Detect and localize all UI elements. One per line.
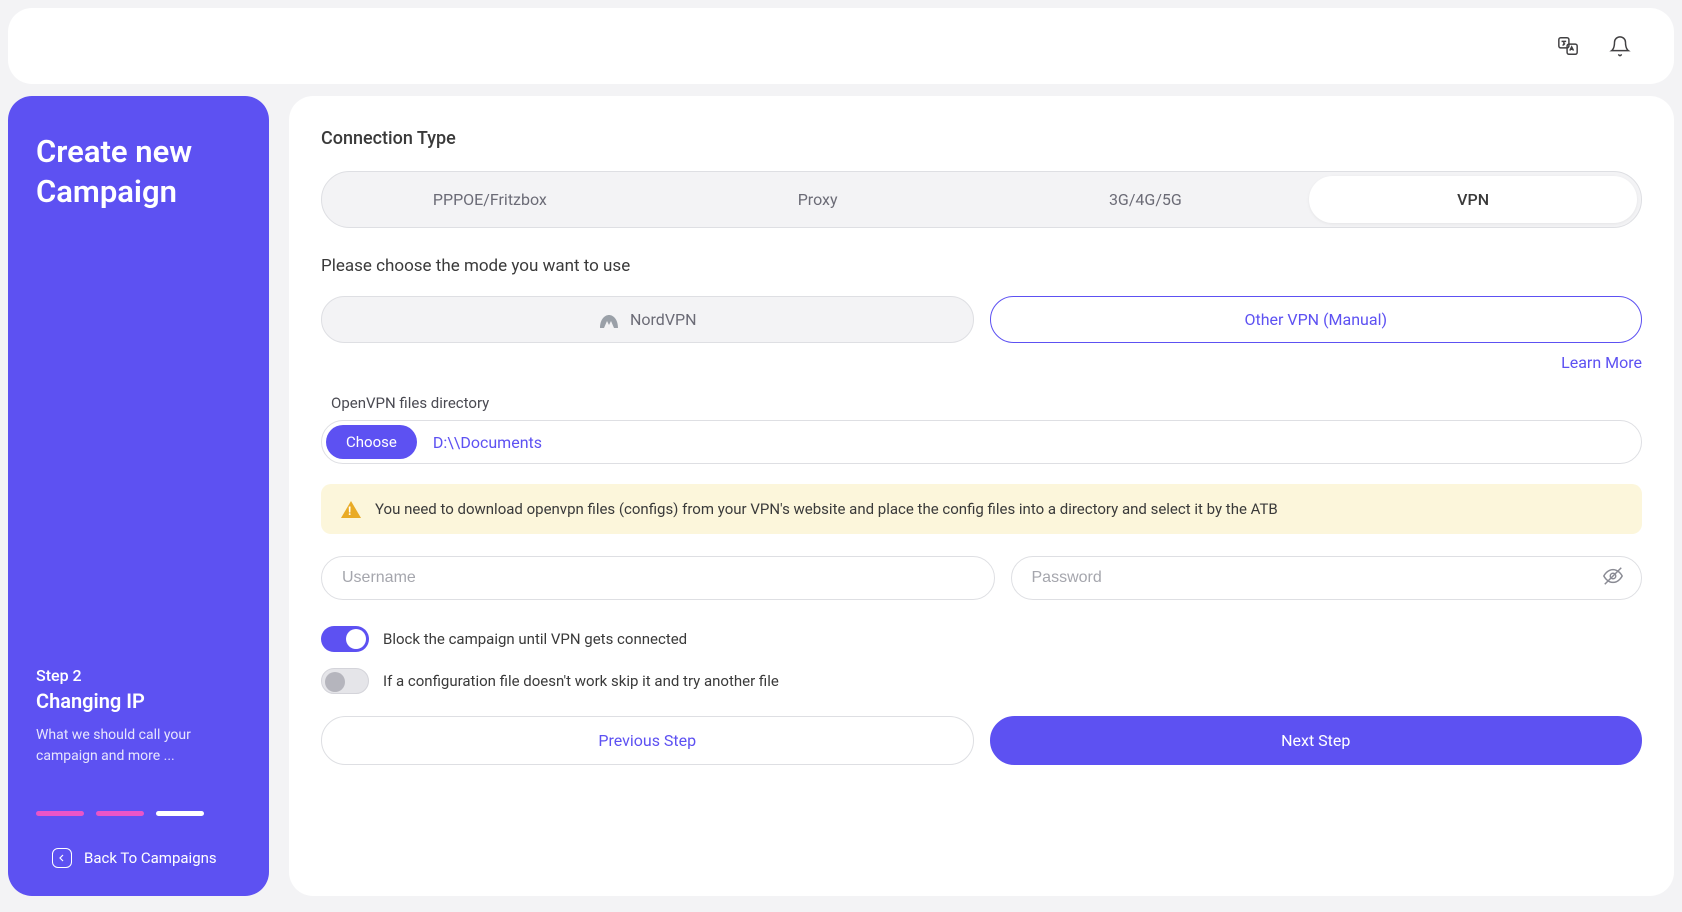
toggle-skip-label: If a configuration file doesn't work ski…: [383, 672, 779, 690]
back-arrow-icon: [52, 848, 72, 868]
username-input[interactable]: [321, 556, 995, 600]
connection-type-heading: Connection Type: [321, 128, 1642, 149]
bell-icon[interactable]: [1606, 32, 1634, 60]
progress-indicator: [36, 811, 241, 816]
next-step-button[interactable]: Next Step: [990, 716, 1643, 765]
back-link-label: Back To Campaigns: [84, 849, 217, 867]
tab-vpn[interactable]: VPN: [1309, 176, 1637, 223]
mode-nordvpn-button[interactable]: NordVPN: [321, 296, 974, 343]
step-number-label: Step 2: [36, 666, 241, 685]
toggle-skip-config[interactable]: [321, 668, 369, 694]
step-description: What we should call your campaign and mo…: [36, 725, 241, 767]
mode-other-vpn-label: Other VPN (Manual): [1244, 310, 1387, 329]
password-input[interactable]: [1011, 556, 1643, 600]
progress-dot-1: [36, 811, 84, 816]
openvpn-file-chooser: Choose D:\\Documents: [321, 420, 1642, 464]
tab-proxy[interactable]: Proxy: [654, 176, 982, 223]
chosen-file-path: D:\\Documents: [433, 433, 542, 452]
connection-type-tabs: PPPOE/Fritzbox Proxy 3G/4G/5G VPN: [321, 171, 1642, 228]
mode-nordvpn-label: NordVPN: [630, 310, 697, 329]
choose-file-button[interactable]: Choose: [326, 425, 417, 459]
previous-step-button[interactable]: Previous Step: [321, 716, 974, 765]
sidebar-title: Create new Campaign: [36, 132, 241, 213]
openvpn-dir-label: OpenVPN files directory: [321, 394, 1642, 412]
main-panel: Connection Type PPPOE/Fritzbox Proxy 3G/…: [289, 96, 1674, 896]
tab-pppoe[interactable]: PPPOE/Fritzbox: [326, 176, 654, 223]
nordvpn-icon: [598, 313, 620, 327]
warning-banner: You need to download openvpn files (conf…: [321, 484, 1642, 534]
mode-other-vpn-button[interactable]: Other VPN (Manual): [990, 296, 1643, 343]
warning-text: You need to download openvpn files (conf…: [375, 500, 1278, 518]
toggle-block-label: Block the campaign until VPN gets connec…: [383, 630, 687, 648]
tab-3g4g5g[interactable]: 3G/4G/5G: [982, 176, 1310, 223]
translate-icon[interactable]: [1554, 32, 1582, 60]
toggle-password-visibility-icon[interactable]: [1602, 565, 1624, 591]
progress-dot-2: [96, 811, 144, 816]
toggle-block-campaign[interactable]: [321, 626, 369, 652]
progress-dot-3: [156, 811, 204, 816]
mode-heading: Please choose the mode you want to use: [321, 256, 1642, 276]
back-to-campaigns-link[interactable]: Back To Campaigns: [36, 848, 241, 868]
learn-more-link[interactable]: Learn More: [1561, 353, 1642, 372]
warning-icon: [341, 501, 361, 518]
topbar: [8, 8, 1674, 84]
wizard-sidebar: Create new Campaign Step 2 Changing IP W…: [8, 96, 269, 896]
step-name: Changing IP: [36, 689, 241, 713]
